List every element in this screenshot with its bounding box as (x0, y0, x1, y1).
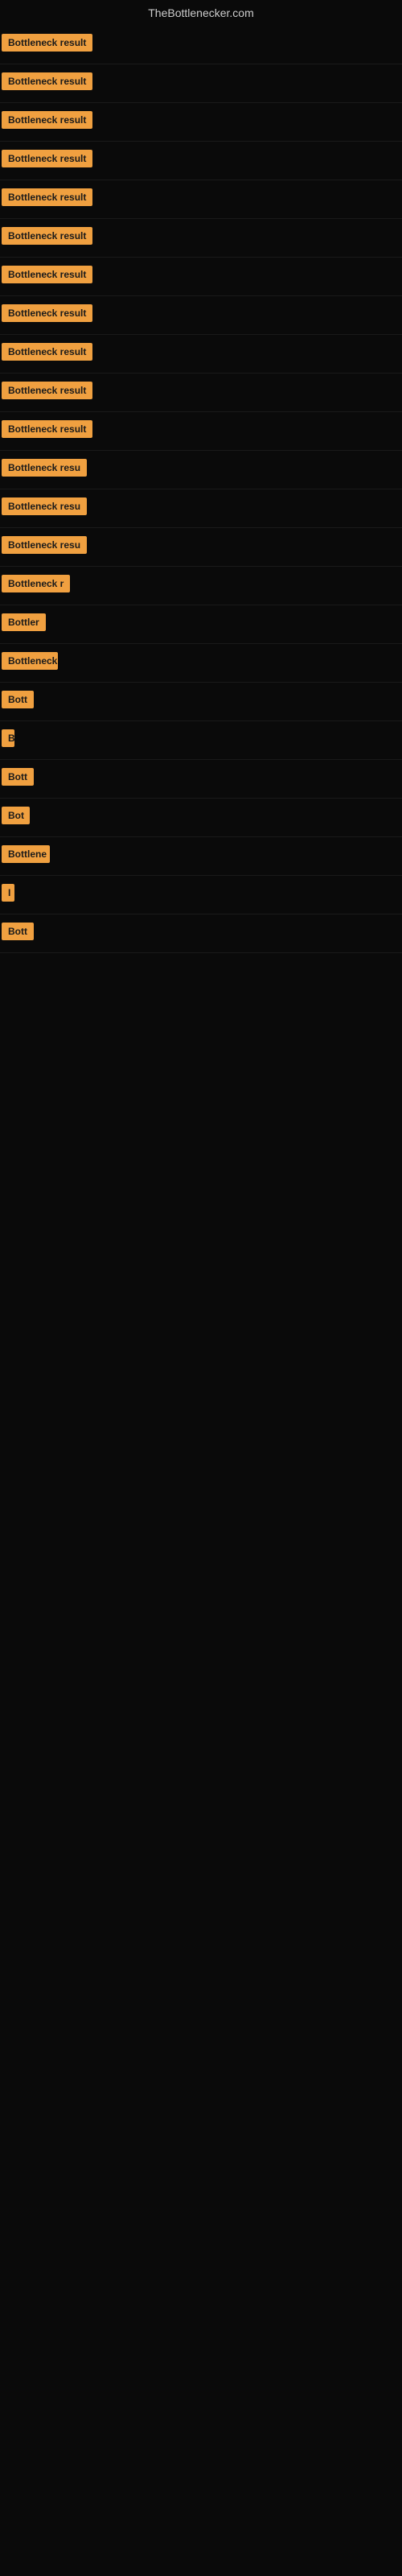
bottleneck-bar[interactable]: B (2, 729, 14, 747)
bottleneck-bar[interactable]: Bottleneck result (2, 266, 92, 283)
bottleneck-bar[interactable]: Bottleneck result (2, 188, 92, 206)
bottleneck-row: Bot (0, 799, 402, 837)
bottleneck-row: Bottleneck resu (0, 451, 402, 489)
bottleneck-bar[interactable]: Bott (2, 691, 34, 708)
bottleneck-row: Bottleneck result (0, 296, 402, 335)
bottleneck-row: Bottleneck result (0, 412, 402, 451)
bottleneck-bar[interactable]: Bottleneck result (2, 227, 92, 245)
bottleneck-row: Bottleneck result (0, 335, 402, 374)
bottleneck-row: Bottleneck result (0, 180, 402, 219)
bottleneck-row: Bottleneck result (0, 142, 402, 180)
bottleneck-bar[interactable]: Bottleneck resu (2, 497, 87, 515)
rows-container: Bottleneck result Bottleneck result Bottle… (0, 26, 402, 953)
bottleneck-row: Bottleneck r (0, 567, 402, 605)
bottleneck-row: Bottleneck (0, 644, 402, 683)
bottleneck-row: Bottleneck result (0, 103, 402, 142)
bottleneck-bar[interactable]: Bott (2, 768, 34, 786)
bottleneck-bar[interactable]: Bottleneck result (2, 150, 92, 167)
bottleneck-row: Bott (0, 760, 402, 799)
bottleneck-bar[interactable]: Bottleneck result (2, 34, 92, 52)
bottleneck-bar[interactable]: Bottler (2, 613, 46, 631)
bottleneck-row: I (0, 876, 402, 914)
bottleneck-bar[interactable]: I (2, 884, 14, 902)
bottleneck-bar[interactable]: Bottlene (2, 845, 50, 863)
bottleneck-bar[interactable]: Bottleneck result (2, 343, 92, 361)
bottleneck-bar[interactable]: Bot (2, 807, 30, 824)
bottleneck-row: Bottleneck result (0, 374, 402, 412)
bottleneck-row: Bottleneck resu (0, 528, 402, 567)
bottleneck-bar[interactable]: Bottleneck resu (2, 459, 87, 477)
bottleneck-row: Bottleneck resu (0, 489, 402, 528)
bottleneck-row: Bott (0, 683, 402, 721)
bottleneck-row: Bott (0, 914, 402, 953)
title-text: TheBottlenecker.com (148, 6, 254, 19)
bottleneck-row: Bottleneck result (0, 258, 402, 296)
bottleneck-row: Bottleneck result (0, 26, 402, 64)
bottleneck-row: Bottler (0, 605, 402, 644)
bottleneck-bar[interactable]: Bottleneck result (2, 72, 92, 90)
bottleneck-bar[interactable]: Bottleneck result (2, 382, 92, 399)
site-title: TheBottlenecker.com (0, 0, 402, 26)
bottleneck-bar[interactable]: Bottleneck result (2, 420, 92, 438)
bottleneck-bar[interactable]: Bottleneck resu (2, 536, 87, 554)
bottleneck-bar[interactable]: Bott (2, 923, 34, 940)
bottleneck-row: Bottleneck result (0, 219, 402, 258)
bottleneck-bar[interactable]: Bottleneck result (2, 304, 92, 322)
bottleneck-bar[interactable]: Bottleneck result (2, 111, 92, 129)
bottleneck-row: Bottleneck result (0, 64, 402, 103)
bottleneck-bar[interactable]: Bottleneck r (2, 575, 70, 592)
bottleneck-bar[interactable]: Bottleneck (2, 652, 58, 670)
bottleneck-row: Bottlene (0, 837, 402, 876)
bottleneck-row: B (0, 721, 402, 760)
